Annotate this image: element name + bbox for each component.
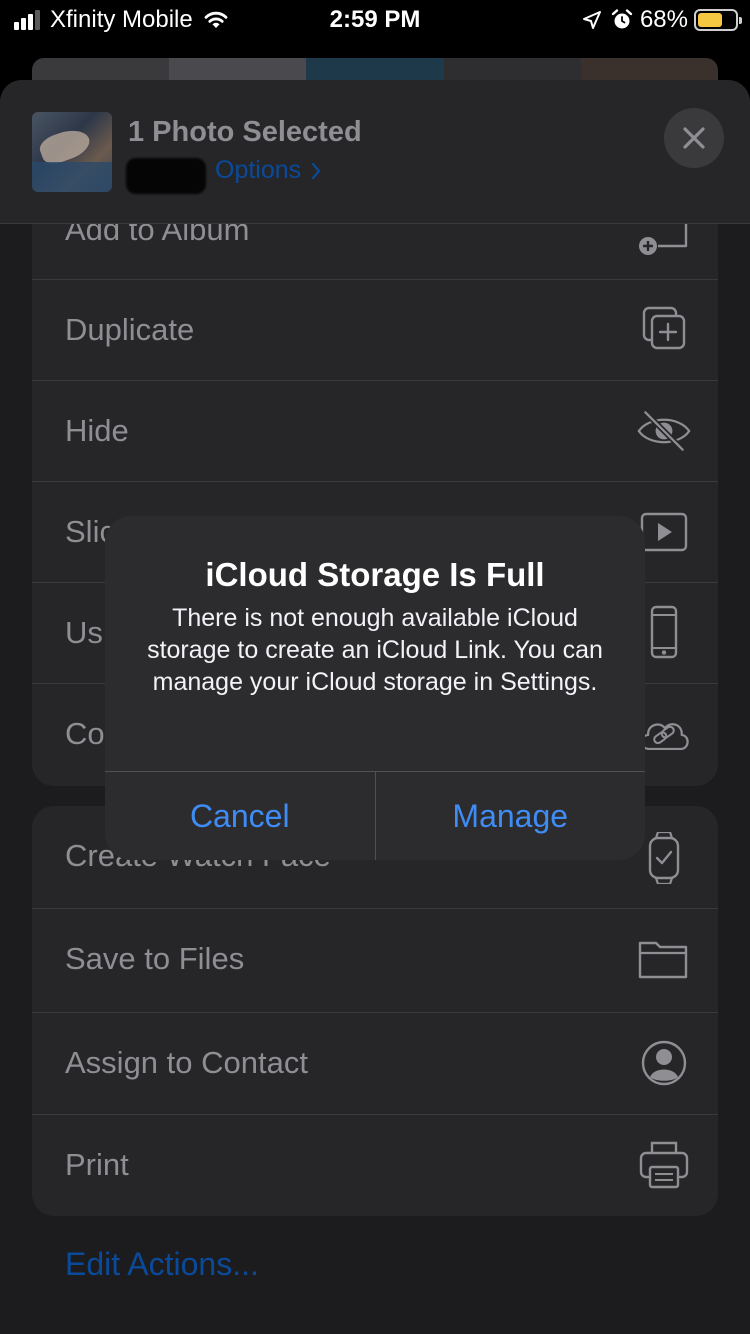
options-label: Options <box>215 156 302 184</box>
photo-thumbnail <box>32 112 112 192</box>
action-label: Assign to Contact <box>65 1045 308 1080</box>
alert-message: There is not enough available iCloud sto… <box>147 604 603 696</box>
action-label: Us <box>65 615 103 650</box>
action-label: Print <box>65 1147 129 1182</box>
alert-title: iCloud Storage Is Full <box>205 556 545 593</box>
status-bar: Xfinity Mobile 2:59 PM 68% <box>0 0 750 40</box>
eye-slash-icon <box>636 405 692 457</box>
status-right: 68% <box>582 6 742 34</box>
action-hide[interactable]: Hide <box>32 381 718 482</box>
action-label: Save to Files <box>65 941 245 976</box>
chevron-right-icon <box>312 162 321 179</box>
close-icon <box>683 127 705 149</box>
folder-icon <box>636 933 692 985</box>
battery-percent: 68% <box>639 6 688 33</box>
options-link[interactable]: Options <box>215 156 321 185</box>
share-sheet-title: 1 Photo Selected <box>128 116 362 148</box>
action-label: Co <box>65 716 105 751</box>
alarm-icon <box>611 9 633 29</box>
action-label: Hide <box>65 413 129 448</box>
battery-icon <box>694 9 742 31</box>
action-save-to-files[interactable]: Save to Files <box>32 909 718 1013</box>
redacted-text <box>126 158 206 194</box>
action-group-secondary: Create Watch Face Save to Files Assign t… <box>32 806 718 1216</box>
edit-actions-link[interactable]: Edit Actions... <box>65 1246 259 1283</box>
icloud-storage-alert: iCloud Storage Is Full There is not enou… <box>105 516 645 860</box>
duplicate-icon <box>636 304 692 356</box>
share-sheet-header: 1 Photo Selected Options <box>0 80 750 224</box>
action-print[interactable]: Print <box>32 1115 718 1216</box>
location-arrow-icon <box>582 11 601 29</box>
manage-button[interactable]: Manage <box>376 772 646 860</box>
contact-icon <box>636 1037 692 1089</box>
cancel-button[interactable]: Cancel <box>105 772 376 860</box>
alert-button-bar: Cancel Manage <box>105 771 645 860</box>
action-duplicate[interactable]: Duplicate <box>32 280 718 381</box>
close-button[interactable] <box>664 108 724 168</box>
action-label: Duplicate <box>65 312 195 347</box>
battery-fill <box>698 13 723 27</box>
printer-icon <box>636 1139 692 1191</box>
action-assign-to-contact[interactable]: Assign to Contact <box>32 1013 718 1115</box>
